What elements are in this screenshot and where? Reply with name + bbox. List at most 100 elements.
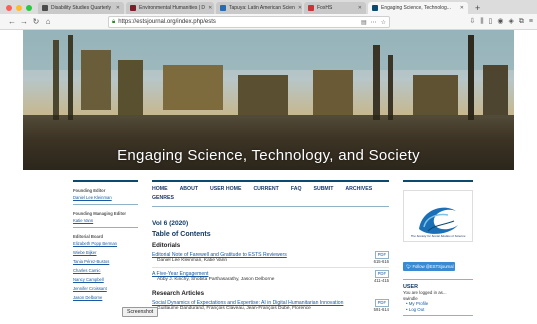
close-tab-icon[interactable]: ✕: [116, 2, 120, 14]
tab-ests[interactable]: Engaging Science, Technolog... ✕: [368, 2, 468, 14]
browser-window: Disability Studies Quarterly ✕ Environme…: [0, 0, 537, 324]
divider: [403, 315, 473, 316]
tab-environmental-humanities[interactable]: Environmental Humanities | D ✕: [126, 2, 214, 14]
pdf-link[interactable]: PDF: [374, 251, 389, 259]
tab-disability-studies[interactable]: Disability Studies Quarterly ✕: [38, 2, 124, 14]
log-out-label: Log Out: [408, 306, 425, 312]
banner-title: Engaging Science, Technology, and Societ…: [117, 147, 420, 164]
tab-bar: Disability Studies Quarterly ✕ Environme…: [0, 0, 537, 14]
section-heading: Research Articles: [152, 290, 205, 297]
minimize-window-button[interactable]: [16, 5, 22, 11]
favicon-icon: [372, 5, 378, 11]
tab-tapuya[interactable]: Tapuya: Latin American Scien ✕: [216, 2, 302, 14]
article-entry: Editorial Note of Farewell and Gratitude…: [152, 251, 389, 264]
divider: [403, 180, 473, 182]
twitter-follow-button[interactable]: 🐦︎ Follow @ESTSjournal: [403, 262, 455, 271]
founding-managing-heading: Founding Managing Editor: [73, 211, 127, 216]
logo-caption: The Society for Social Studies of Scienc…: [410, 234, 466, 238]
tab-title: FoxHS: [317, 5, 333, 11]
article-pages: 615-616: [373, 259, 389, 264]
article-entry: A Five-Year Engagement Abby J. Kinchy, S…: [152, 270, 389, 283]
nav-current[interactable]: CURRENT: [253, 185, 278, 194]
close-tab-icon[interactable]: ✕: [460, 2, 464, 14]
tab-title: Engaging Science, Technolog...: [381, 5, 451, 11]
tab-title: Environmental Humanities | D: [139, 5, 206, 11]
main-column: HOME ABOUT USER HOME CURRENT FAQ SUBMIT …: [152, 180, 389, 312]
article-authors: Guillaume Dandurand, François Claveau, J…: [157, 306, 311, 311]
nav-home[interactable]: HOME: [152, 185, 168, 194]
screenshot-tooltip: Screenshot: [122, 307, 159, 317]
pdf-link[interactable]: PDF: [374, 270, 389, 278]
log-out-link[interactable]: • Log Out: [403, 307, 473, 313]
editorial-board-heading: Editorial Board: [73, 234, 104, 239]
founding-managing-link[interactable]: Katie Vann: [73, 218, 138, 223]
close-tab-icon[interactable]: ✕: [208, 2, 212, 14]
board-member-link[interactable]: Jennifer Croissant: [73, 286, 138, 291]
home-icon[interactable]: ⌂: [42, 17, 54, 26]
journal-banner: Engaging Science, Technology, and Societ…: [23, 30, 514, 170]
favicon-icon: [42, 5, 48, 11]
nav-submit[interactable]: SUBMIT: [313, 185, 333, 194]
board-member-link[interactable]: Elizabeth Popp Berman: [73, 241, 138, 246]
divider: [73, 227, 138, 228]
close-window-button[interactable]: [6, 5, 12, 11]
favicon-icon: [220, 5, 226, 11]
board-member-link[interactable]: Charles Camic: [73, 268, 138, 273]
page-content: Founding Editor Daniel Lee Kleinman Foun…: [23, 170, 514, 324]
pdf-link[interactable]: PDF: [374, 299, 389, 307]
forward-icon[interactable]: →: [18, 17, 30, 26]
reload-icon[interactable]: ↻: [30, 17, 42, 26]
tab-foxhs[interactable]: FoxHS ✕: [304, 2, 366, 14]
founding-editor-link[interactable]: Daniel Lee Kleinman: [73, 195, 138, 200]
close-tab-icon[interactable]: ✕: [298, 2, 302, 14]
article-pages: 591-614: [373, 307, 389, 312]
close-tab-icon[interactable]: ✕: [358, 2, 362, 14]
favicon-icon: [308, 5, 314, 11]
address-bar[interactable]: 🔒︎ https://estsjournal.org/index.php/est…: [108, 16, 390, 28]
toc-heading: Table of Contents: [152, 231, 211, 238]
volume-title: Vol 6 (2020): [152, 220, 189, 227]
nav-about[interactable]: ABOUT: [180, 185, 198, 194]
nav-faq[interactable]: FAQ: [291, 185, 302, 194]
maximize-window-button[interactable]: [26, 5, 32, 11]
board-member-link[interactable]: Jason Delborne: [73, 295, 138, 300]
tab-title: Disability Studies Quarterly: [51, 5, 112, 11]
left-sidebar: Founding Editor Daniel Lee Kleinman Foun…: [73, 180, 138, 304]
founding-editor-heading: Founding Editor: [73, 188, 106, 193]
nav-genres[interactable]: GENRES: [152, 194, 174, 203]
menu-icon[interactable]: ≡: [529, 16, 533, 28]
star-icon[interactable]: ☆: [381, 19, 386, 26]
my-profile-label: My Profile: [408, 301, 429, 306]
screenshot-icon[interactable]: ⧉: [519, 16, 524, 28]
divider: [403, 279, 473, 280]
article-authors: Daniel Lee Kleinman, Katie Vann: [157, 258, 228, 263]
tab-title: Tapuya: Latin American Scien: [229, 5, 295, 11]
pocket-icon[interactable]: ⋯: [371, 19, 377, 26]
url-text: https://estsjournal.org/index.php/ests: [118, 19, 216, 25]
divider: [73, 180, 138, 182]
nav-user-home[interactable]: USER HOME: [210, 185, 241, 194]
account-icon[interactable]: ◉: [497, 16, 503, 28]
browser-toolbar: ← → ↻ ⌂ 🔒︎ https://estsjournal.org/index…: [0, 14, 537, 30]
sidebar-icon[interactable]: ▯: [489, 16, 493, 28]
board-member-link[interactable]: Wiebe Bijker: [73, 250, 138, 255]
twitter-icon: 🐦︎: [406, 264, 412, 269]
right-sidebar: The Society for Social Studies of Scienc…: [403, 180, 473, 316]
library-icon[interactable]: ⫼: [480, 16, 483, 28]
extension-icon[interactable]: ◈: [509, 16, 514, 28]
back-icon[interactable]: ←: [6, 17, 18, 26]
society-logo[interactable]: The Society for Social Studies of Scienc…: [403, 190, 473, 242]
board-member-link[interactable]: Nancy Campbell: [73, 277, 138, 282]
favicon-icon: [130, 5, 136, 11]
reader-icon[interactable]: ▤: [361, 19, 367, 26]
new-tab-button[interactable]: +: [470, 2, 485, 14]
download-icon[interactable]: ⇩: [469, 16, 475, 28]
nav-archives[interactable]: ARCHIVES: [345, 185, 372, 194]
twitter-label: Follow @ESTSjournal: [412, 264, 454, 269]
main-nav: HOME ABOUT USER HOME CURRENT FAQ SUBMIT …: [152, 182, 389, 203]
divider: [152, 206, 389, 207]
article-entry: Social Dynamics of Expectations and Expe…: [152, 299, 389, 312]
board-member-link[interactable]: Tania Pérez-Bustos: [73, 259, 138, 264]
divider: [73, 204, 138, 205]
section-heading: Editorials: [152, 242, 181, 249]
